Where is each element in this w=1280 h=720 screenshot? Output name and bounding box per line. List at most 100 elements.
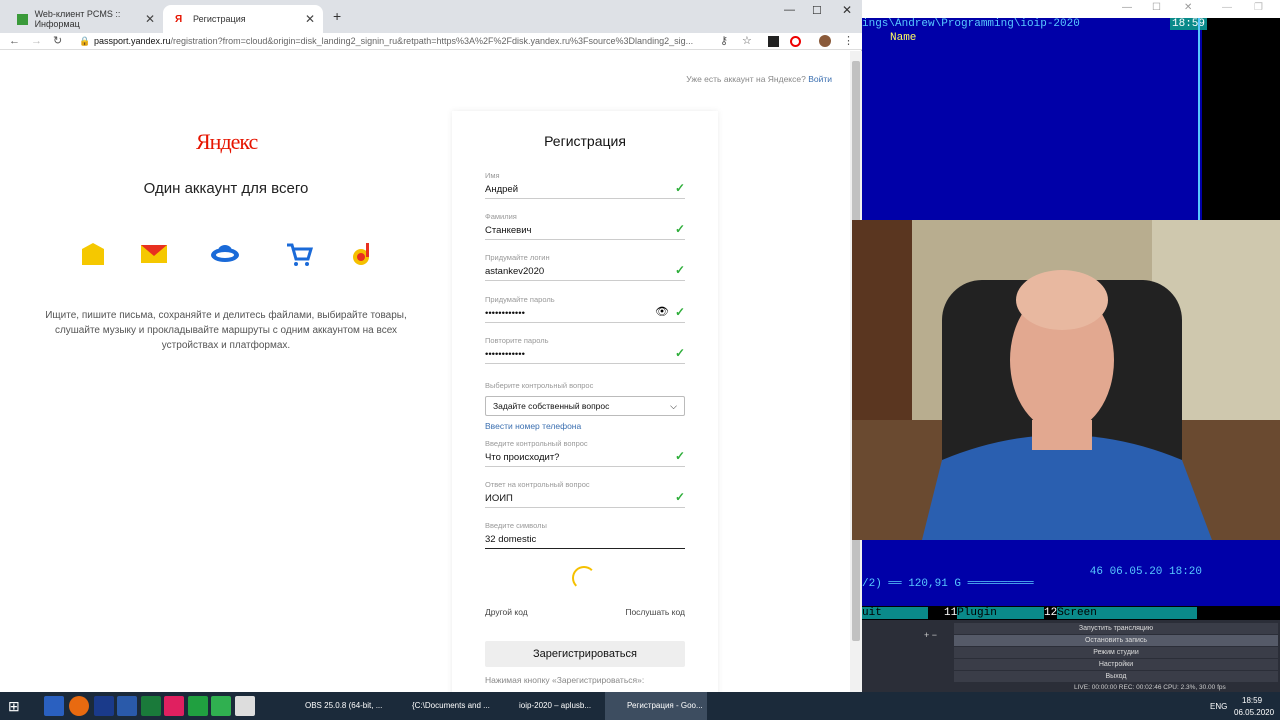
status-date: 46 06.05.20 18:20 — [1089, 566, 1202, 578]
field-value[interactable]: ИОИП — [485, 493, 513, 504]
field-value[interactable]: 32 domestic — [485, 534, 536, 545]
login-link[interactable]: Войти — [808, 74, 832, 84]
extension-icon[interactable] — [768, 36, 779, 47]
url-path: /registration?from=cloud&origin=disk_lan… — [170, 36, 694, 46]
login-field[interactable]: Придумайте логин astankev2020 ✓ — [485, 253, 685, 281]
fkey-plugin[interactable]: 11Plugin — [944, 606, 1057, 620]
opera-extension-icon[interactable] — [790, 36, 801, 47]
star-icon[interactable]: ☆ — [742, 34, 752, 49]
obs-status: LIVE: 00:00:00 REC: 00:02:46 CPU: 2.3%, … — [1074, 684, 1226, 691]
listen-code-link[interactable]: Послушать код — [625, 607, 685, 617]
disk-service-icon — [82, 243, 104, 265]
question-select[interactable]: Задайте собственный вопрос ⌵ — [485, 396, 685, 416]
market-service-icon — [287, 243, 314, 266]
fkey-label: Plugin — [957, 607, 1057, 619]
studio-mode-button[interactable]: Режим студии — [954, 647, 1278, 658]
question-select-label: Выберите контрольный вопрос — [485, 381, 594, 390]
language-indicator[interactable]: ENG — [1210, 702, 1227, 711]
close-icon[interactable]: ✕ — [305, 12, 315, 26]
yandex-logo-text: Яндекс — [196, 129, 258, 154]
reload-icon[interactable]: ↻ — [53, 34, 62, 49]
answer-field[interactable]: Ответ на контрольный вопрос ИОИП ✓ — [485, 480, 685, 508]
checkmark-icon: ✓ — [674, 346, 685, 360]
new-tab-icon[interactable]: + — [333, 8, 341, 24]
forward-icon[interactable]: → — [31, 34, 42, 49]
start-stream-button[interactable]: Запустить трансляцию — [954, 623, 1278, 634]
mail-service-icon — [141, 245, 167, 263]
registration-card: Регистрация Имя Андрей ✓ Фамилия Станкев… — [452, 111, 718, 692]
maximize-icon[interactable]: ☐ — [1152, 2, 1161, 13]
field-value[interactable]: Что происходит? — [485, 452, 559, 463]
restore-icon[interactable]: ❐ — [1254, 2, 1263, 13]
tab-registration[interactable]: Я Регистрация ✕ — [163, 5, 323, 33]
r-icon[interactable] — [94, 696, 114, 716]
yandex-logo[interactable]: Яндекс — [196, 129, 258, 155]
pycharm-icon[interactable] — [211, 696, 231, 716]
field-value[interactable]: Станкевич — [485, 225, 531, 236]
field-value[interactable]: astankev2020 — [485, 266, 544, 277]
tab-bar: Web-клиент PCMS :: Информац ✕ Я Регистра… — [0, 0, 862, 33]
stop-recording-button[interactable]: Остановить запись — [954, 635, 1278, 646]
avatar[interactable] — [819, 35, 831, 47]
minimize-icon[interactable]: — — [784, 4, 795, 16]
key-icon[interactable]: ⚷ — [720, 34, 728, 49]
word-icon[interactable] — [117, 696, 137, 716]
intellij-icon[interactable] — [164, 696, 184, 716]
yandex-favicon-icon: Я — [175, 13, 183, 25]
app-icon[interactable] — [44, 696, 64, 716]
settings-button[interactable]: Настройки — [954, 659, 1278, 670]
menu-icon[interactable]: ⋮ — [843, 34, 854, 49]
password-field[interactable]: Придумайте пароль •••••••••••• 👁 ✓ — [485, 295, 685, 323]
eye-icon[interactable]: 👁 — [655, 305, 669, 318]
lock-icon: 🔒 — [79, 36, 91, 46]
back-icon[interactable]: ← — [9, 34, 20, 49]
app-icon[interactable] — [235, 696, 255, 716]
panel: ings\Andrew\Programming\ioip-2020 18:59 … — [862, 18, 1208, 220]
repeat-password-field[interactable]: Повторите пароль •••••••••••• ✓ — [485, 336, 685, 364]
terms-note: Нажимая кнопку «Зарегистрироваться»: — [485, 675, 645, 685]
close-icon[interactable]: ✕ — [145, 12, 155, 26]
field-value[interactable]: •••••••••••• — [485, 308, 525, 319]
tab-label: Регистрация — [193, 14, 246, 24]
custom-question-field[interactable]: Введите контрольный вопрос Что происходи… — [485, 439, 685, 467]
minimize-icon[interactable]: — — [1222, 2, 1232, 13]
captcha-field[interactable]: Введите символы 32 domestic — [485, 521, 685, 549]
field-label: Фамилия — [485, 212, 517, 221]
taskbar-chrome[interactable]: Регистрация - Goo... — [605, 692, 707, 720]
status-free-space: /2) ══ 120,91 G ══════════ — [862, 578, 1034, 590]
other-code-link[interactable]: Другой код — [485, 607, 528, 617]
phone-link[interactable]: Ввести номер телефона — [485, 421, 581, 431]
field-value[interactable]: Андрей — [485, 184, 518, 195]
field-value[interactable]: •••••••••••• — [485, 349, 525, 360]
checkmark-icon: ✓ — [674, 449, 685, 463]
taskbar-obs[interactable]: OBS 25.0.8 (64-bit, ... — [283, 692, 385, 720]
excel-icon[interactable] — [141, 696, 161, 716]
form-title: Регистрация — [544, 133, 626, 149]
clock: 18:59 — [1170, 18, 1208, 30]
first-name-field[interactable]: Имя Андрей ✓ — [485, 171, 685, 199]
clion-icon[interactable] — [188, 696, 208, 716]
loading-spinner-icon — [572, 566, 596, 590]
webcam-feed — [852, 220, 1280, 540]
taskbar-pycharm[interactable]: ioip-2020 – aplusb... — [497, 692, 599, 720]
taskbar-far[interactable]: {C:\Documents and ... — [390, 692, 492, 720]
close-window-icon[interactable]: ✕ — [842, 3, 852, 17]
address-bar[interactable]: passport.yandex.ru/registration?from=clo… — [94, 34, 734, 49]
fkey-screen[interactable]: 12Screen — [1044, 606, 1197, 620]
last-name-field[interactable]: Фамилия Станкевич ✓ — [485, 212, 685, 240]
add-source-icon[interactable]: + − — [924, 630, 937, 640]
slogan: Один аккаунт для всего — [143, 180, 309, 197]
terminal-titlebar: — ☐ ✕ — ❐ — [862, 0, 1280, 18]
tab-pcms[interactable]: Web-клиент PCMS :: Информац ✕ — [5, 5, 163, 33]
firefox-icon[interactable] — [69, 696, 89, 716]
close-window-icon[interactable]: ✕ — [1184, 2, 1192, 13]
register-button[interactable]: Зарегистрироваться — [485, 641, 685, 667]
maximize-icon[interactable]: ☐ — [812, 4, 822, 17]
fkey-quit[interactable]: uit — [862, 606, 928, 620]
clock-date: 06.05.2020 — [1234, 708, 1275, 717]
exit-button[interactable]: Выход — [954, 671, 1278, 682]
windows-start-icon[interactable]: ⊞ — [8, 698, 20, 715]
fkey-number: 12 — [1044, 607, 1058, 619]
panel-border — [1198, 18, 1200, 220]
minimize-icon[interactable]: — — [1122, 2, 1132, 13]
